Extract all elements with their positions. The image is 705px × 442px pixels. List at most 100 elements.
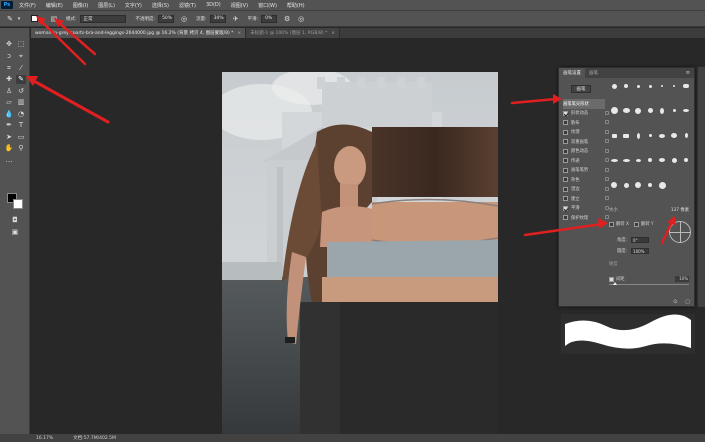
eraser-tool-icon[interactable]: ▱ <box>4 98 14 107</box>
eyedropper-tool-icon[interactable]: ⁄ <box>16 64 26 73</box>
menu-type[interactable]: 文字(Y) <box>125 2 142 9</box>
pressure-size-icon[interactable]: ◎ <box>297 15 305 23</box>
menu-view[interactable]: 视图(V) <box>231 2 248 9</box>
option-dual-brush[interactable]: 双重画笔 <box>563 137 609 147</box>
brush-tip[interactable] <box>657 106 667 116</box>
brush-tip[interactable] <box>609 131 619 141</box>
option-wet-edges[interactable]: 湿边 <box>563 185 609 195</box>
brush-presets-button[interactable]: 画笔 <box>571 85 591 93</box>
menu-file[interactable]: 文件(F) <box>19 2 36 9</box>
path-select-tool-icon[interactable]: ➤ <box>4 133 14 142</box>
brush-tip[interactable] <box>645 81 655 91</box>
airbrush-icon[interactable]: ✈ <box>232 15 240 23</box>
menu-window[interactable]: 窗口(W) <box>258 2 277 9</box>
lock-icon[interactable] <box>605 215 609 219</box>
brush-tip[interactable] <box>633 131 643 141</box>
gradient-tool-icon[interactable]: ▥ <box>16 98 26 107</box>
tab-brush-settings[interactable]: 画笔设置 <box>559 68 585 78</box>
gear-icon[interactable]: ⚙ <box>283 15 291 23</box>
menu-layer[interactable]: 图层(L) <box>98 2 115 9</box>
pen-tool-icon[interactable]: ✒ <box>4 121 14 130</box>
crop-tool-icon[interactable]: ⌗ <box>4 64 14 73</box>
option-shape-dynamics[interactable]: 形状动态 <box>563 109 609 119</box>
option-texture[interactable]: 纹理 <box>563 128 609 138</box>
spacing-slider[interactable] <box>609 284 689 285</box>
checkbox[interactable] <box>563 167 568 173</box>
size-row[interactable]: 大小 137 像素 <box>609 206 689 214</box>
brush-tip[interactable] <box>681 155 691 165</box>
checkbox[interactable] <box>563 110 568 116</box>
background-color-swatch[interactable] <box>13 199 23 209</box>
brush-tip[interactable] <box>657 155 667 165</box>
brush-tip[interactable] <box>645 180 655 190</box>
blur-tool-icon[interactable]: 💧 <box>4 110 14 119</box>
brush-tip[interactable] <box>681 106 691 116</box>
option-protect-texture[interactable]: 保护纹理 <box>563 213 609 223</box>
brush-tip[interactable] <box>669 106 679 116</box>
brush-tip[interactable] <box>681 81 691 91</box>
brush-tip[interactable] <box>621 180 631 190</box>
option-transfer[interactable]: 传递 <box>563 156 609 166</box>
brush-tip[interactable] <box>657 180 667 190</box>
quick-mask-icon[interactable]: ◘ <box>10 216 20 225</box>
chevron-down-icon[interactable]: ▾ <box>15 15 23 23</box>
close-icon[interactable]: × <box>237 31 241 36</box>
checkbox[interactable] <box>563 177 568 183</box>
spacing-field[interactable]: 10% <box>675 276 689 282</box>
checkbox[interactable] <box>563 215 568 221</box>
tab-brushes[interactable]: 画笔 <box>585 68 602 78</box>
angle-dial[interactable] <box>669 221 691 243</box>
dodge-tool-icon[interactable]: ◔ <box>16 110 26 119</box>
option-color-dynamics[interactable]: 颜色动态 <box>563 147 609 157</box>
menu-help[interactable]: 帮助(H) <box>287 2 305 9</box>
menu-edit[interactable]: 编辑(E) <box>46 2 63 9</box>
checkbox[interactable] <box>563 186 568 192</box>
menu-3d[interactable]: 3D(D) <box>206 2 221 9</box>
type-tool-icon[interactable]: T <box>16 121 26 130</box>
brush-tip[interactable] <box>645 131 655 141</box>
brush-tip[interactable] <box>621 81 631 91</box>
lasso-tool-icon[interactable]: ↄ <box>4 52 14 61</box>
pressure-opacity-icon[interactable]: ◎ <box>180 15 188 23</box>
brush-tip[interactable] <box>633 81 643 91</box>
brush-tip[interactable] <box>657 131 667 141</box>
marquee-tool-icon[interactable]: ⬚ <box>16 40 26 49</box>
option-smoothing[interactable]: 平滑 <box>563 204 609 214</box>
history-brush-tool-icon[interactable]: ↺ <box>16 87 26 96</box>
toggle-preview-icon[interactable]: ⊙ <box>673 299 677 305</box>
mode-select[interactable]: 正常 <box>79 14 126 23</box>
option-brush-pose[interactable]: 画笔笔势 <box>563 166 609 176</box>
brush-tool-icon-active[interactable]: ✎ <box>16 75 26 84</box>
new-preset-icon[interactable]: ▢ <box>685 299 690 305</box>
menu-filter[interactable]: 滤镜(T) <box>179 2 196 9</box>
healing-brush-tool-icon[interactable]: ✚ <box>4 75 14 84</box>
brush-tip[interactable] <box>609 155 619 165</box>
move-tool-icon[interactable]: ✥ <box>4 40 14 49</box>
tab-untitled[interactable]: 未标题-1 @ 100% (图层 1, RGB/8) * × <box>246 28 341 38</box>
panel-menu-icon[interactable]: ≡ <box>686 70 690 76</box>
brush-tip-grid[interactable] <box>609 81 689 203</box>
opacity-field[interactable]: 50% <box>158 14 175 23</box>
roundness-field[interactable]: 100% <box>631 248 650 254</box>
angle-field[interactable]: 0° <box>631 237 650 243</box>
brush-tip[interactable] <box>621 155 631 165</box>
brush-tip[interactable] <box>621 106 631 116</box>
checkbox[interactable] <box>563 139 568 145</box>
brush-tip[interactable] <box>669 131 679 141</box>
option-build-up[interactable]: 建立 <box>563 194 609 204</box>
brush-preset-picker[interactable] <box>31 15 38 22</box>
option-brush-tip-shape[interactable]: 画笔笔尖形状 <box>563 99 605 109</box>
close-icon[interactable]: × <box>331 31 335 36</box>
zoom-level[interactable]: 16.17% <box>36 436 53 441</box>
brush-tip[interactable] <box>681 131 691 141</box>
brush-tip[interactable] <box>621 131 631 141</box>
brush-tip[interactable] <box>669 81 679 91</box>
checkbox[interactable] <box>563 205 568 211</box>
quick-select-tool-icon[interactable]: ⌖ <box>16 52 26 61</box>
brush-tip[interactable] <box>609 106 619 116</box>
checkbox[interactable] <box>563 158 568 164</box>
flow-field[interactable]: 30% <box>209 14 226 23</box>
zoom-tool-icon[interactable]: ⚲ <box>16 144 26 153</box>
brush-tip[interactable] <box>609 180 619 190</box>
checkbox[interactable] <box>563 120 568 126</box>
